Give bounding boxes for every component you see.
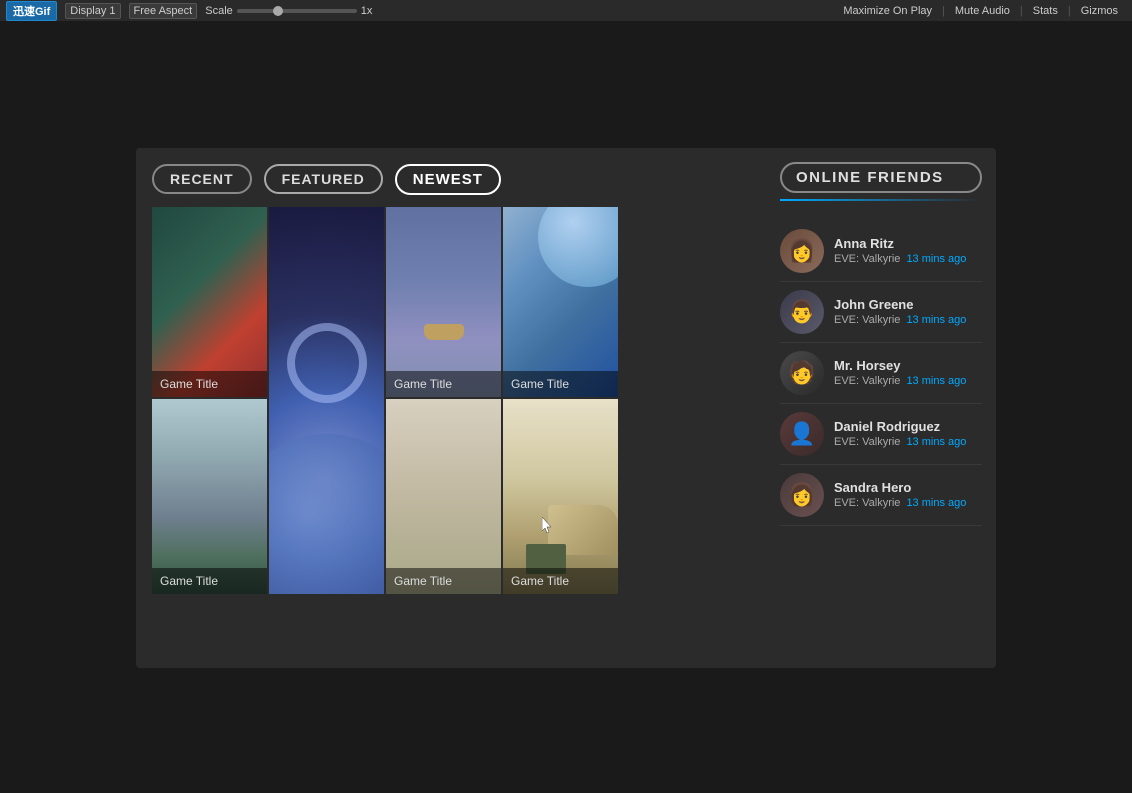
friend-time-3: 13 mins ago bbox=[906, 375, 966, 387]
mute-button[interactable]: Mute Audio bbox=[947, 4, 1018, 18]
friend-info-4: Daniel Rodriguez EVE: Valkyrie 13 mins a… bbox=[834, 419, 982, 448]
friend-item-2[interactable]: 👨 John Greene EVE: Valkyrie 13 mins ago bbox=[780, 282, 982, 343]
scale-container: Scale 1x bbox=[205, 5, 372, 17]
friend-game-line-3: EVE: Valkyrie 13 mins ago bbox=[834, 375, 982, 387]
unity-top-bar: 迅速Gif Display 1 Free Aspect Scale 1x Max… bbox=[0, 0, 1132, 22]
friend-game-1: EVE: Valkyrie bbox=[834, 253, 900, 265]
card2-image bbox=[269, 207, 384, 594]
card1-title: Game Title bbox=[152, 371, 267, 397]
friend-info-1: Anna Ritz EVE: Valkyrie 13 mins ago bbox=[834, 236, 982, 265]
friend-name-3: Mr. Horsey bbox=[834, 358, 982, 373]
card3-title: Game Title bbox=[386, 371, 501, 397]
friend-game-5: EVE: Valkyrie bbox=[834, 497, 900, 509]
friend-game-4: EVE: Valkyrie bbox=[834, 436, 900, 448]
scale-slider[interactable] bbox=[237, 9, 357, 13]
left-section: RECENT FEATURED NEWEST Game Title bbox=[136, 148, 766, 668]
card7-image bbox=[503, 399, 618, 594]
friend-info-3: Mr. Horsey EVE: Valkyrie 13 mins ago bbox=[834, 358, 982, 387]
card4-title: Game Title bbox=[503, 371, 618, 397]
game-grid: Game Title Game Title bbox=[152, 207, 766, 594]
friend-time-4: 13 mins ago bbox=[906, 436, 966, 448]
game-card-3[interactable]: Game Title bbox=[386, 207, 501, 397]
friend-item-5[interactable]: 👩 Sandra Hero EVE: Valkyrie 13 mins ago bbox=[780, 465, 982, 526]
tab-featured[interactable]: FEATURED bbox=[264, 164, 383, 194]
planet-circle bbox=[269, 434, 384, 594]
friend-game-line-5: EVE: Valkyrie 13 mins ago bbox=[834, 497, 982, 509]
friend-name-4: Daniel Rodriguez bbox=[834, 419, 982, 434]
stats-button[interactable]: Stats bbox=[1025, 4, 1066, 18]
station-ring bbox=[287, 323, 367, 403]
friend-avatar-2: 👨 bbox=[780, 290, 824, 334]
card7-title: Game Title bbox=[503, 568, 618, 594]
game-card-4[interactable]: Game Title bbox=[503, 207, 618, 397]
card6-title: Game Title bbox=[386, 568, 501, 594]
friend-name-2: John Greene bbox=[834, 297, 982, 312]
gizmos-button[interactable]: Gizmos bbox=[1073, 4, 1126, 18]
unity-background: RECENT FEATURED NEWEST Game Title bbox=[0, 22, 1132, 793]
friend-game-line-4: EVE: Valkyrie 13 mins ago bbox=[834, 436, 982, 448]
friends-underline bbox=[780, 199, 982, 201]
right-section: ONLINE FRIENDS 👩 Anna Ritz EVE: Valkyrie… bbox=[766, 148, 996, 668]
friend-avatar-5: 👩 bbox=[780, 473, 824, 517]
friend-item-4[interactable]: 👤 Daniel Rodriguez EVE: Valkyrie 13 mins… bbox=[780, 404, 982, 465]
friend-item-1[interactable]: 👩 Anna Ritz EVE: Valkyrie 13 mins ago bbox=[780, 221, 982, 282]
tab-recent[interactable]: RECENT bbox=[152, 164, 252, 194]
friend-info-2: John Greene EVE: Valkyrie 13 mins ago bbox=[834, 297, 982, 326]
boat-shape bbox=[424, 324, 464, 340]
game-card-featured[interactable] bbox=[269, 207, 384, 594]
friend-avatar-4: 👤 bbox=[780, 412, 824, 456]
card6-image bbox=[386, 399, 501, 594]
friends-header: ONLINE FRIENDS bbox=[780, 162, 982, 211]
card4-image bbox=[503, 207, 618, 397]
scale-label: Scale bbox=[205, 5, 233, 17]
display-select[interactable]: Display 1 bbox=[65, 3, 120, 19]
friends-list: 👩 Anna Ritz EVE: Valkyrie 13 mins ago 👨 … bbox=[780, 221, 982, 526]
card5-image bbox=[152, 399, 267, 594]
maximize-button[interactable]: Maximize On Play bbox=[835, 4, 940, 18]
top-bar-right: Maximize On Play | Mute Audio | Stats | … bbox=[835, 4, 1126, 18]
friend-time-2: 13 mins ago bbox=[906, 314, 966, 326]
friend-time-1: 13 mins ago bbox=[906, 253, 966, 265]
friend-game-3: EVE: Valkyrie bbox=[834, 375, 900, 387]
friend-avatar-3: 🧑 bbox=[780, 351, 824, 395]
friend-time-5: 13 mins ago bbox=[906, 497, 966, 509]
card1-image bbox=[152, 207, 267, 397]
aspect-select[interactable]: Free Aspect bbox=[129, 3, 198, 19]
gif-button[interactable]: 迅速Gif bbox=[6, 1, 57, 21]
friend-game-line-1: EVE: Valkyrie 13 mins ago bbox=[834, 253, 982, 265]
tabs-row: RECENT FEATURED NEWEST bbox=[152, 164, 766, 195]
scale-value: 1x bbox=[361, 5, 373, 17]
tab-newest[interactable]: NEWEST bbox=[395, 164, 501, 195]
planet-large bbox=[538, 207, 618, 287]
game-card-7[interactable]: Game Title bbox=[503, 399, 618, 594]
friend-info-5: Sandra Hero EVE: Valkyrie 13 mins ago bbox=[834, 480, 982, 509]
friends-title: ONLINE FRIENDS bbox=[780, 162, 982, 193]
game-card-5[interactable]: Game Title bbox=[152, 399, 267, 594]
friend-game-2: EVE: Valkyrie bbox=[834, 314, 900, 326]
friend-item-3[interactable]: 🧑 Mr. Horsey EVE: Valkyrie 13 mins ago bbox=[780, 343, 982, 404]
card3-image bbox=[386, 207, 501, 397]
friend-game-line-2: EVE: Valkyrie 13 mins ago bbox=[834, 314, 982, 326]
game-card-6[interactable]: Game Title bbox=[386, 399, 501, 594]
game-panel: RECENT FEATURED NEWEST Game Title bbox=[136, 148, 996, 668]
friend-avatar-1: 👩 bbox=[780, 229, 824, 273]
friend-name-5: Sandra Hero bbox=[834, 480, 982, 495]
card5-title: Game Title bbox=[152, 568, 267, 594]
scale-thumb[interactable] bbox=[273, 6, 283, 16]
friend-name-1: Anna Ritz bbox=[834, 236, 982, 251]
game-card-1[interactable]: Game Title bbox=[152, 207, 267, 397]
